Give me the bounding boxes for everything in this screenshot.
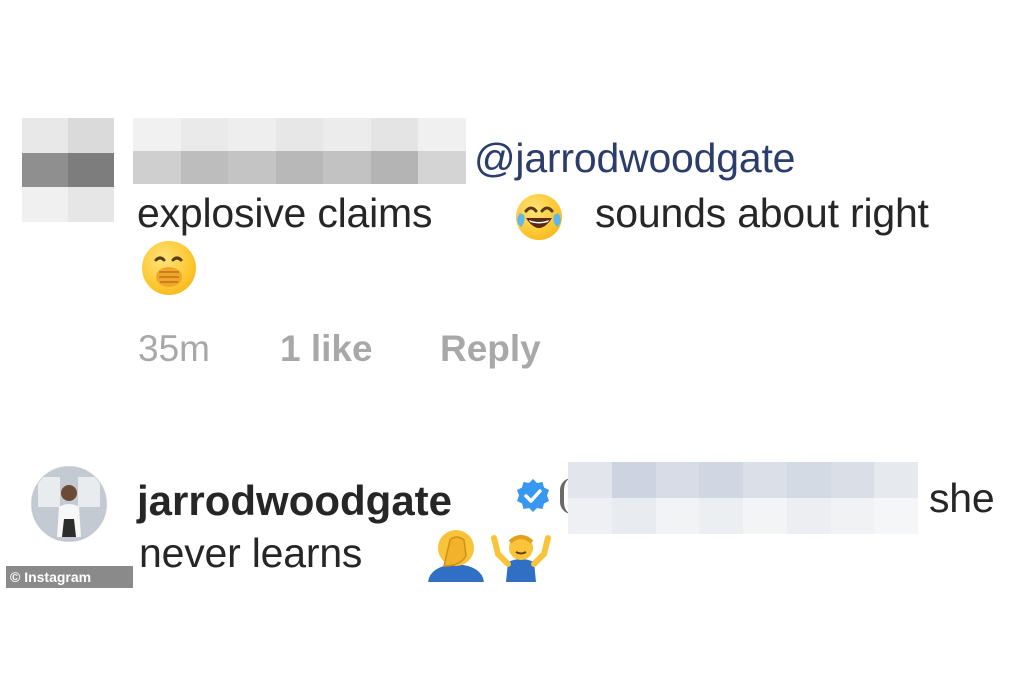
comment-text-part1: explosive claims [137, 190, 433, 236]
verified-badge-icon [514, 477, 552, 515]
comment-text-part2: never learns [139, 530, 363, 576]
username-link[interactable]: jarrodwoodgate [137, 477, 452, 525]
comment-text-part2: sounds about right [595, 190, 929, 236]
commenter-avatar-pixelated[interactable] [22, 118, 114, 222]
face-with-tears-of-joy-icon [516, 194, 562, 240]
mentioned-user-blurred[interactable] [568, 462, 918, 534]
jarrodwoodgate-avatar[interactable] [31, 466, 107, 542]
reply-button[interactable]: Reply [440, 328, 541, 370]
mention-link[interactable]: @jarrodwoodgate [474, 138, 795, 179]
commenter-username-blurred[interactable] [133, 118, 466, 184]
person-facepalming-icon [426, 526, 486, 582]
comment-timestamp: 35m [138, 328, 210, 369]
like-count-link[interactable]: 1 like [280, 328, 373, 370]
person-shrugging-icon [490, 528, 552, 582]
instagram-watermark: © Instagram [6, 566, 133, 588]
comment-text-part1: she [929, 475, 995, 521]
face-with-hand-over-mouth-icon [142, 241, 196, 295]
